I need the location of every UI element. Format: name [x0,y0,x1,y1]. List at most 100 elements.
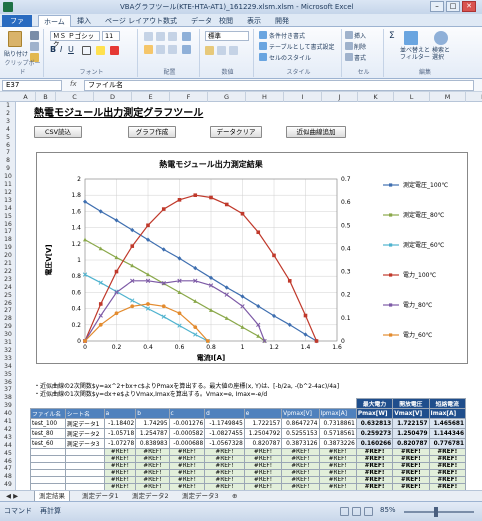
row-header[interactable]: 7 [0,149,16,156]
number-format-select[interactable]: 標準 [205,31,249,41]
insert-cells-icon[interactable] [345,31,353,39]
cell-style-button[interactable]: セルのスタイル [269,53,311,62]
paste-button[interactable]: 貼り付け [4,49,28,58]
table-header[interactable]: ファイル名 [30,408,66,419]
table-cell[interactable] [30,469,66,477]
column-header-B[interactable]: B [36,92,56,102]
table-cell-ref-error[interactable]: #REF! [318,455,357,463]
row-header[interactable]: 10 [0,173,16,180]
paste-icon[interactable] [8,31,22,47]
percent-icon[interactable] [217,46,226,55]
row-header[interactable]: 36 [0,379,16,386]
format-cells-button[interactable]: 書式 [354,53,366,62]
table-cell-ref-error[interactable]: #REF! [135,448,170,456]
row-header[interactable]: 20 [0,252,16,259]
table-cell-ref-error[interactable]: #REF! [135,469,170,477]
align-middle-icon[interactable] [156,32,165,41]
table-cell-ref-error[interactable]: #REF! [243,469,283,477]
table-cell-ref-error[interactable]: #REF! [392,476,430,484]
row-header[interactable]: 22 [0,268,16,275]
add-trendline-button[interactable]: 近似曲線追加 [286,126,346,138]
row-header[interactable]: 4 [0,126,16,133]
table-cell[interactable]: 測定データ3 [64,438,105,449]
formula-input[interactable]: ファイル名 [84,80,474,91]
table-cell-ref-error[interactable]: #REF! [103,455,137,463]
tab-insert[interactable]: 挿入 [72,15,96,27]
zoom-slider[interactable] [404,511,474,513]
sort-filter-icon[interactable] [404,31,418,45]
row-header[interactable]: 47 [0,465,16,472]
row-header[interactable]: 26 [0,300,16,307]
table-cell[interactable]: 0.3873126 [281,438,320,449]
row-header[interactable]: 15 [0,213,16,220]
table-cell-ref-error[interactable]: #REF! [281,462,320,470]
table-cell[interactable]: 0.838983 [135,438,170,449]
column-header-I[interactable]: I [284,92,322,102]
align-top-icon[interactable] [144,32,153,41]
table-cell[interactable]: 0.820787 [392,438,430,449]
fill-color-icon[interactable] [96,46,105,55]
table-cell-ref-error[interactable]: #REF! [168,448,206,456]
table-cell-ref-error[interactable]: #REF! [355,462,394,470]
table-cell[interactable]: test_60 [30,438,66,449]
delete-cells-icon[interactable] [345,42,353,50]
table-cell[interactable] [30,462,66,470]
table-cell[interactable] [30,455,66,463]
table-cell-ref-error[interactable]: #REF! [135,455,170,463]
table-cell[interactable]: test_80 [30,428,66,439]
table-cell-ref-error[interactable]: #REF! [168,476,206,484]
table-cell[interactable] [64,448,105,456]
row-header[interactable]: 34 [0,363,16,370]
currency-icon[interactable] [205,46,214,55]
column-header-M[interactable]: M [430,92,466,102]
row-header[interactable]: 32 [0,347,16,354]
table-cell[interactable]: -0.000582 [168,428,206,439]
tab-file[interactable]: ファイル [2,15,32,37]
row-header[interactable]: 18 [0,236,16,243]
insert-cells-button[interactable]: 挿入 [354,31,366,40]
table-header[interactable]: シート名 [64,408,105,419]
table-cell-ref-error[interactable]: #REF! [243,462,283,470]
column-header-A[interactable]: A [16,92,36,102]
row-header[interactable]: 33 [0,355,16,362]
table-cell-ref-error[interactable]: #REF! [428,462,467,470]
table-cell-ref-error[interactable]: #REF! [318,476,357,484]
align-bottom-icon[interactable] [168,32,177,41]
table-cell[interactable]: 0.5255153 [281,428,320,439]
table-cell-ref-error[interactable]: #REF! [204,448,245,456]
sort-filter-button[interactable]: 並べ替えと フィルター [400,47,430,61]
normal-view-icon[interactable] [340,507,349,516]
table-cell[interactable]: test_100 [30,418,66,429]
table-cell[interactable]: -0.000688 [168,438,206,449]
table-cell-ref-error[interactable]: #REF! [103,462,137,470]
column-header-G[interactable]: G [208,92,246,102]
table-cell[interactable] [30,448,66,456]
table-cell-ref-error[interactable]: #REF! [103,448,137,456]
row-header[interactable]: 35 [0,371,16,378]
column-header-N[interactable]: N [466,92,482,102]
find-select-button[interactable]: 検索と 選択 [432,47,450,61]
table-cell-ref-error[interactable]: #REF! [428,455,467,463]
table-cell[interactable]: -1.05718 [103,428,137,439]
column-header-J[interactable]: J [322,92,358,102]
font-color-icon[interactable] [110,46,119,55]
table-cell-ref-error[interactable]: #REF! [204,469,245,477]
table-format-icon[interactable] [259,42,267,50]
tab-data[interactable]: データ [186,15,217,27]
delete-cells-button[interactable]: 削除 [354,42,366,51]
column-header-E[interactable]: E [132,92,170,102]
row-header[interactable]: 25 [0,292,16,299]
row-header[interactable]: 42 [0,426,16,433]
font-size-select[interactable]: 11 [102,31,120,41]
table-cell-ref-error[interactable]: #REF! [392,455,430,463]
autosum-button[interactable]: Σ [389,31,395,41]
table-header[interactable]: e [243,408,283,419]
table-cell-ref-error[interactable]: #REF! [135,462,170,470]
table-cell-ref-error[interactable]: #REF! [281,455,320,463]
row-header[interactable]: 41 [0,418,16,425]
row-header[interactable]: 13 [0,197,16,204]
table-cell-ref-error[interactable]: #REF! [281,476,320,484]
font-name-select[interactable]: ＭＳ Ｐゴシック [50,31,100,48]
merge-center-icon[interactable] [182,45,191,54]
table-cell[interactable] [64,462,105,470]
